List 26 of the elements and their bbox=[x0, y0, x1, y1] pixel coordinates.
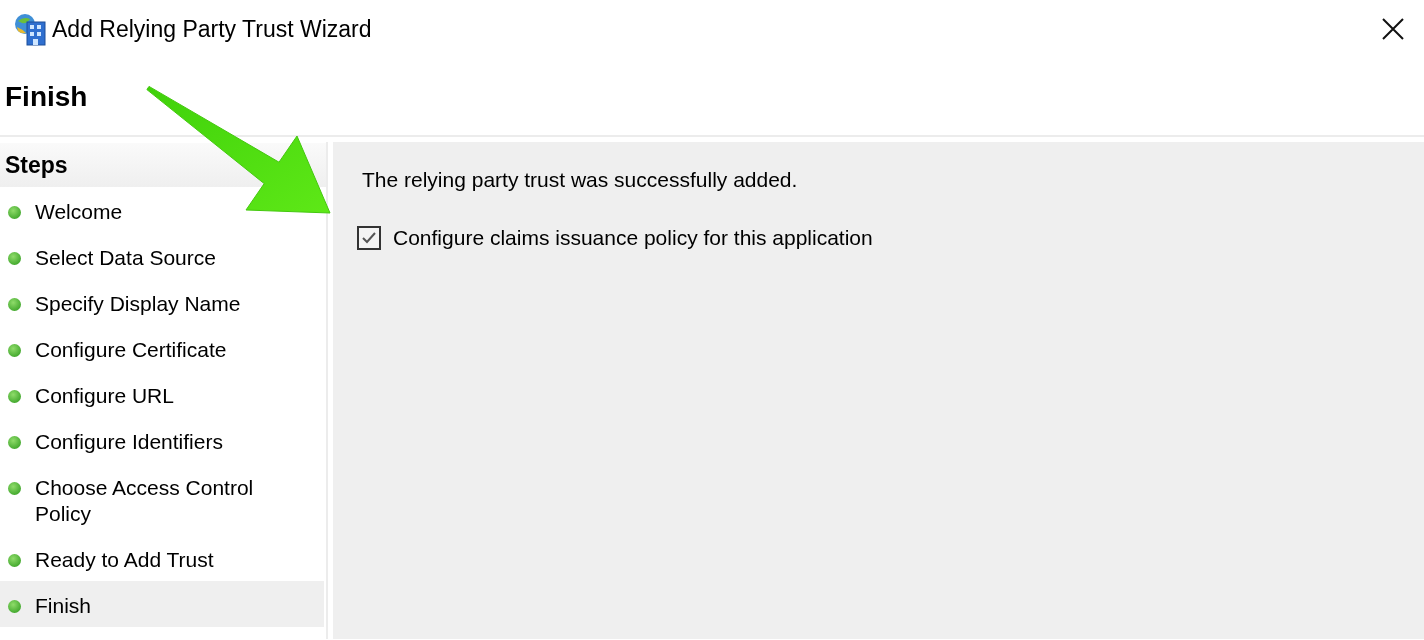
step-label: Configure Identifiers bbox=[35, 429, 223, 455]
step-label: Configure Certificate bbox=[35, 337, 227, 363]
checkbox-label[interactable]: Configure claims issuance policy for this application bbox=[393, 226, 873, 250]
step-label: Choose Access Control Policy bbox=[35, 475, 255, 527]
page-heading: Finish bbox=[5, 80, 88, 113]
status-dot-icon bbox=[8, 554, 21, 567]
step-label: Specify Display Name bbox=[35, 291, 241, 317]
check-icon bbox=[361, 230, 377, 246]
status-dot-icon bbox=[8, 344, 21, 357]
app-icon bbox=[14, 12, 47, 46]
checkbox[interactable] bbox=[357, 226, 381, 250]
step-label: Ready to Add Trust bbox=[35, 547, 214, 573]
status-dot-icon bbox=[8, 206, 21, 219]
status-dot-icon bbox=[8, 482, 21, 495]
status-dot-icon bbox=[8, 252, 21, 265]
status-dot-icon bbox=[8, 436, 21, 449]
step-label: Select Data Source bbox=[35, 245, 216, 271]
status-dot-icon bbox=[8, 390, 21, 403]
step-label: Welcome bbox=[35, 199, 123, 225]
close-icon bbox=[1382, 18, 1404, 40]
success-message: The relying party trust was successfully added. bbox=[362, 168, 799, 192]
status-dot-icon bbox=[8, 600, 21, 613]
step-label: Finish bbox=[35, 593, 92, 619]
window-title: Add Relying Party Trust Wizard bbox=[52, 15, 373, 43]
step-label: Configure URL bbox=[35, 383, 174, 409]
status-dot-icon bbox=[8, 298, 21, 311]
